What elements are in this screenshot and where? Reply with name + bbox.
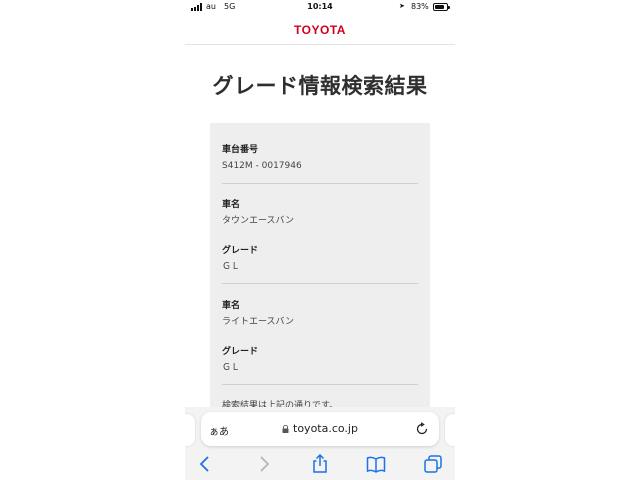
lock-icon: [282, 425, 289, 433]
divider: [222, 283, 418, 284]
grade-field-1: グレード ＧＬ: [222, 246, 418, 273]
share-icon: [313, 453, 327, 473]
result-card: 車台番号 S412M - 0017946 車名 タウンエースバン グレード ＧＬ…: [210, 123, 430, 423]
location-icon: ➤: [399, 2, 405, 10]
bookmarks-icon: [366, 456, 386, 473]
tabs-button[interactable]: [422, 453, 444, 475]
back-button[interactable]: [194, 453, 216, 475]
grade-label: グレード: [222, 246, 259, 256]
chassis-value: S412M - 0017946: [222, 161, 302, 171]
grade-field-2: グレード ＧＬ: [222, 347, 418, 374]
chassis-label: 車台番号: [222, 145, 259, 155]
battery-percent: 83%: [411, 2, 429, 11]
battery-fill: [435, 5, 445, 9]
address-bar[interactable]: ぁあ toyota.co.jp: [201, 412, 439, 446]
battery-icon: [433, 3, 450, 11]
next-tab-peek[interactable]: [445, 414, 455, 446]
back-icon: [199, 456, 209, 472]
car-name-field-1: 車名 タウンエースバン: [222, 200, 418, 227]
site-header: TOYOTA: [185, 17, 455, 45]
grade-label: グレード: [222, 347, 259, 357]
page-title: グレード情報検索結果: [212, 74, 428, 98]
share-button[interactable]: [309, 453, 331, 475]
tabs-icon: [424, 455, 442, 473]
url-display[interactable]: toyota.co.jp: [201, 422, 439, 435]
chassis-field: 車台番号 S412M - 0017946: [222, 145, 418, 172]
bookmarks-button[interactable]: [365, 453, 387, 475]
browser-toolbar: [185, 453, 455, 475]
car-name-label: 車名: [222, 200, 241, 210]
forward-icon: [260, 456, 270, 472]
car-name-label: 車名: [222, 301, 241, 311]
reload-icon[interactable]: [415, 422, 429, 436]
grade-value: ＧＬ: [222, 262, 241, 272]
status-bar: au 5G 10:14 ➤ 83%: [185, 0, 455, 16]
url-text: toyota.co.jp: [293, 422, 358, 435]
forward-button[interactable]: [253, 453, 275, 475]
browser-bottom-bar: ぁあ toyota.co.jp: [185, 407, 455, 480]
divider: [222, 384, 418, 385]
grade-value: ＧＬ: [222, 363, 241, 373]
car-name-field-2: 車名 ライトエースバン: [222, 301, 418, 328]
car-name-value: ライトエースバン: [222, 317, 295, 327]
previous-tab-peek[interactable]: [185, 414, 195, 446]
toyota-logo[interactable]: TOYOTA: [185, 23, 455, 37]
divider: [222, 183, 418, 184]
car-name-value: タウンエースバン: [222, 216, 295, 226]
phone-screen: au 5G 10:14 ➤ 83% TOYOTA グレード情報検索結果 車台番号…: [185, 0, 455, 480]
